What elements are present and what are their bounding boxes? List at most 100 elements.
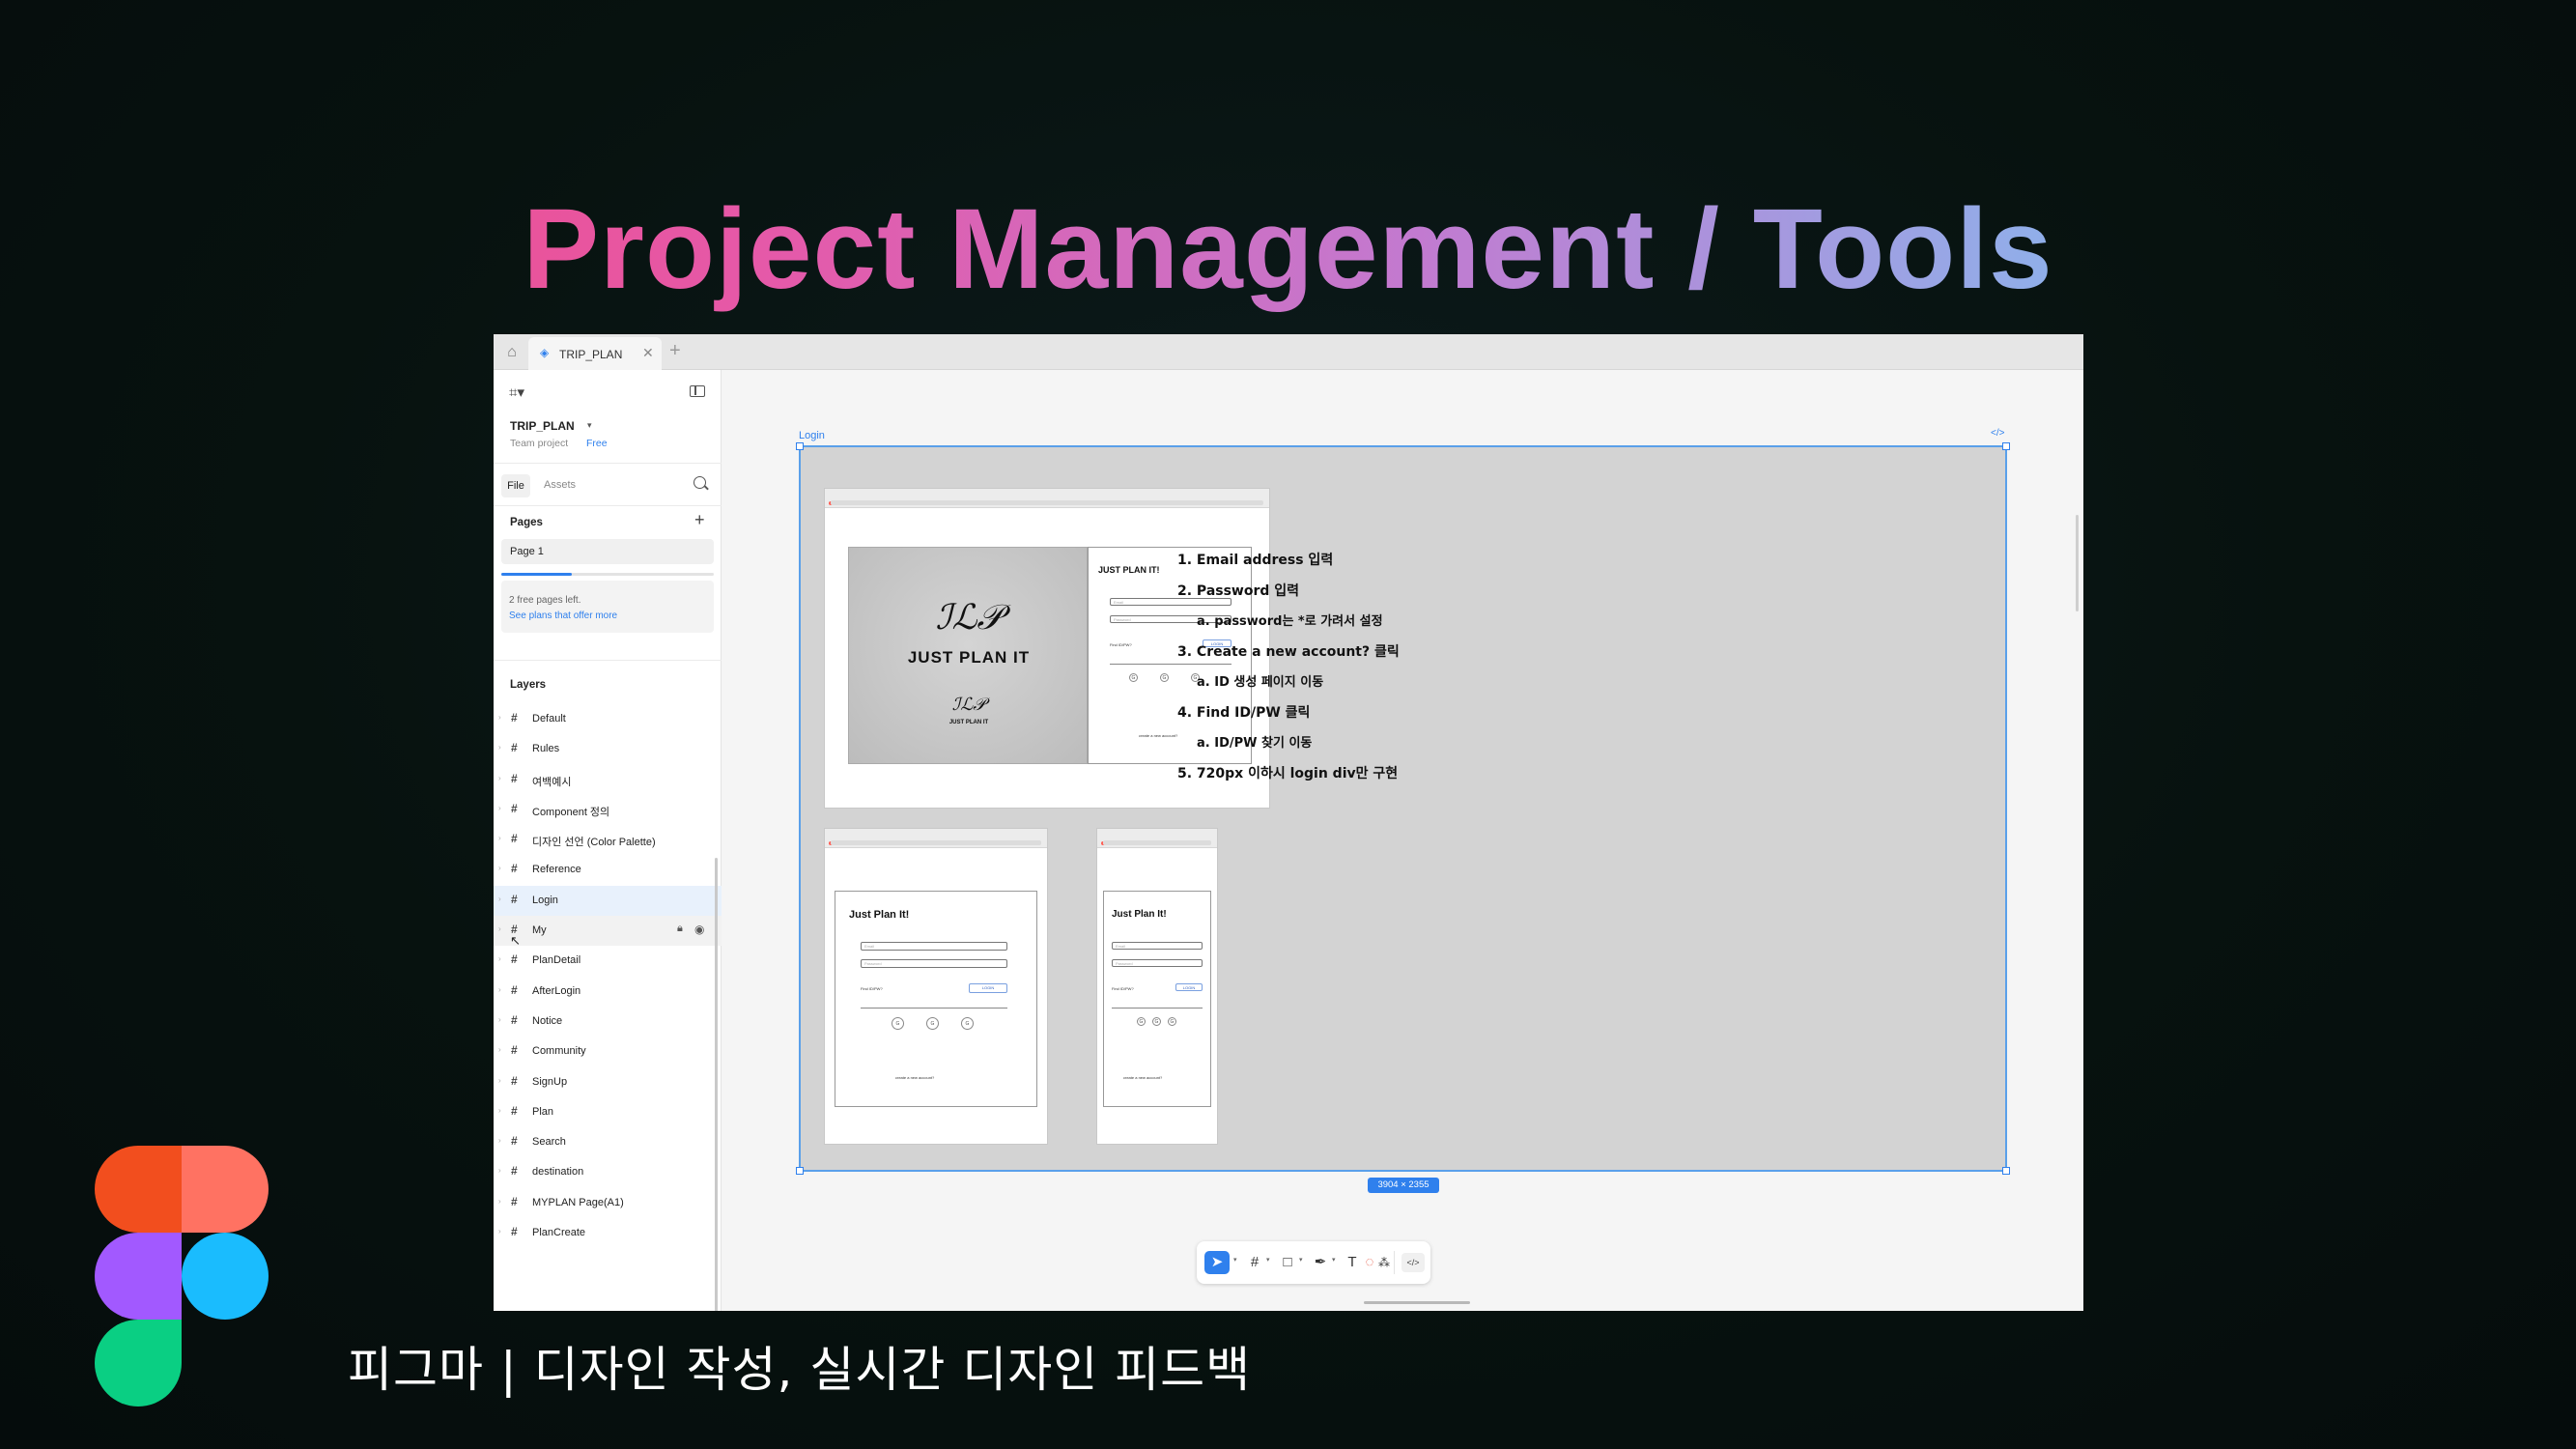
chevron-right-icon[interactable]: › (498, 713, 501, 722)
chevron-right-icon[interactable]: › (498, 1045, 501, 1054)
layer-item[interactable]: › # Community (494, 1037, 722, 1066)
layer-item[interactable]: › # My 🔒︎ ◉ ↖ (494, 916, 722, 948)
home-icon[interactable]: ⌂ (501, 342, 523, 363)
login-button[interactable]: LOGIN (1175, 983, 1203, 991)
canvas-h-scrollbar[interactable] (1364, 1301, 1470, 1304)
password-field[interactable]: Password (861, 959, 1007, 968)
google-icon[interactable]: G (1168, 1017, 1176, 1026)
google-icon[interactable]: G (961, 1017, 974, 1030)
google-icon[interactable]: G (926, 1017, 939, 1030)
google-icon[interactable]: G (892, 1017, 904, 1030)
text-tool-icon[interactable]: T (1344, 1251, 1361, 1274)
new-tab-plus-icon[interactable]: + (669, 340, 681, 362)
layer-item[interactable]: › # Reference (494, 855, 722, 885)
chevron-down-icon[interactable]: ▾ (587, 420, 592, 431)
canvas-scrollbar[interactable] (2076, 515, 2079, 611)
chevron-down-icon[interactable]: ▾ (1332, 1256, 1336, 1264)
chevron-right-icon[interactable]: › (498, 1166, 501, 1175)
chevron-right-icon[interactable]: › (498, 774, 501, 782)
pen-tool-icon[interactable]: ✒ (1311, 1251, 1330, 1274)
email-field[interactable]: Email (861, 942, 1007, 951)
upsell-link[interactable]: See plans that offer more (509, 611, 617, 621)
email-field[interactable]: Email (1112, 942, 1203, 950)
chevron-down-icon[interactable]: ▾ (1299, 1256, 1303, 1264)
layer-item[interactable]: › # AfterLogin (494, 977, 722, 1007)
chevron-right-icon[interactable]: › (498, 743, 501, 752)
plan-label[interactable]: Free (586, 438, 608, 449)
google-icon[interactable]: G (1129, 673, 1138, 682)
chevron-right-icon[interactable]: › (498, 1227, 501, 1236)
add-page-plus-icon[interactable]: + (694, 510, 705, 530)
code-icon[interactable]: </> (1991, 428, 2004, 439)
chevron-right-icon[interactable]: › (498, 1015, 501, 1024)
find-id-link[interactable]: Find ID/PW? (1112, 986, 1134, 991)
close-icon[interactable]: ✕ (642, 345, 654, 361)
sidebar-scrollbar[interactable] (715, 858, 718, 1311)
resize-handle[interactable] (796, 1167, 804, 1175)
chevron-right-icon[interactable]: › (498, 1076, 501, 1085)
chevron-right-icon[interactable]: › (498, 804, 501, 812)
chevron-right-icon[interactable]: › (498, 864, 501, 872)
actions-tool-icon[interactable]: ⁂ (1376, 1251, 1392, 1274)
login-frame[interactable]: ℐℒ𝒫 JUST PLAN IT ℐℒ𝒫 JUST PLAN IT JUST P… (796, 442, 2010, 1175)
rectangle-tool-icon[interactable]: □ (1278, 1251, 1297, 1274)
layer-item[interactable]: › # destination (494, 1157, 722, 1187)
layer-item[interactable]: › # Rules (494, 734, 722, 764)
google-icon[interactable]: G (1137, 1017, 1146, 1026)
resize-handle[interactable] (796, 442, 804, 450)
google-icon[interactable]: G (1160, 673, 1169, 682)
mobile-login-mock[interactable]: Just Plan It! Email Password Find ID/PW?… (1096, 828, 1218, 1145)
password-field[interactable]: Password (1112, 959, 1203, 967)
layer-item[interactable]: › # 디자인 선언 (Color Palette) (494, 825, 722, 855)
chevron-right-icon[interactable]: › (498, 895, 501, 903)
frame-label[interactable]: Login (799, 430, 825, 441)
chevron-right-icon[interactable]: › (498, 924, 501, 933)
chevron-right-icon[interactable]: › (498, 834, 501, 842)
chevron-right-icon[interactable]: › (498, 1136, 501, 1145)
canvas[interactable]: Login </> ℐℒ𝒫 JUST PLAN IT ℐℒ𝒫 JUST PLAN… (722, 370, 2083, 1311)
dev-mode-toggle[interactable]: </> (1401, 1253, 1425, 1272)
create-account-link[interactable]: create a new account? (895, 1075, 934, 1080)
layer-item[interactable]: › # PlanDetail (494, 946, 722, 976)
tab-assets[interactable]: Assets (544, 479, 576, 491)
layer-item[interactable]: › # Notice (494, 1007, 722, 1037)
search-icon[interactable] (694, 476, 706, 489)
layer-item[interactable]: › # MYPLAN Page(A1) (494, 1188, 722, 1218)
chevron-right-icon[interactable]: › (498, 985, 501, 994)
find-id-link[interactable]: Find ID/PW? (1110, 642, 1132, 647)
tab-trip-plan[interactable]: ◈ TRIP_PLAN ✕ (528, 337, 662, 370)
move-tool-icon[interactable]: ➤ (1204, 1251, 1230, 1274)
layer-item[interactable]: › # Default (494, 704, 722, 734)
chevron-right-icon[interactable]: › (498, 1106, 501, 1115)
login-button[interactable]: LOGIN (969, 983, 1007, 993)
chevron-right-icon[interactable]: › (498, 954, 501, 963)
project-name[interactable]: TRIP_PLAN (510, 419, 575, 433)
layer-item[interactable]: › # Component 정의 (494, 795, 722, 825)
eye-icon[interactable]: ◉ (694, 923, 704, 936)
create-account-link[interactable]: create a new account? (1123, 1075, 1162, 1080)
layer-item[interactable]: › # SignUp (494, 1067, 722, 1097)
create-account-link[interactable]: create a new account? (1139, 733, 1177, 738)
resize-handle[interactable] (2002, 442, 2010, 450)
tab-file[interactable]: File (501, 474, 530, 497)
panel-toggle-icon[interactable] (690, 385, 705, 397)
chevron-down-icon[interactable]: ▾ (1233, 1256, 1237, 1264)
chevron-right-icon[interactable]: › (498, 1197, 501, 1206)
google-icon[interactable]: G (1152, 1017, 1161, 1026)
lock-icon[interactable]: 🔒︎ (677, 923, 683, 935)
tablet-login-mock[interactable]: Just Plan It! Email Password Find ID/PW?… (824, 828, 1048, 1145)
layer-item[interactable]: › # Plan (494, 1097, 722, 1127)
find-id-link[interactable]: Find ID/PW? (861, 986, 883, 991)
chevron-down-icon[interactable]: ▾ (1266, 1256, 1270, 1264)
resize-handle[interactable] (2002, 1167, 2010, 1175)
layer-name: MYPLAN Page(A1) (532, 1196, 624, 1208)
frame-icon: # (511, 862, 518, 876)
frame-tool-icon[interactable]: # (1245, 1251, 1264, 1274)
page-item[interactable]: Page 1 (501, 539, 714, 564)
layer-item[interactable]: › # PlanCreate (494, 1218, 722, 1248)
layer-item[interactable]: › # 여백예시 (494, 765, 722, 795)
layer-item[interactable]: › # Login (494, 885, 722, 917)
figma-menu-icon[interactable]: ⌗▾ (509, 384, 524, 401)
layer-item[interactable]: › # Search (494, 1127, 722, 1157)
comment-tool-icon[interactable]: ◌ (1363, 1251, 1376, 1274)
